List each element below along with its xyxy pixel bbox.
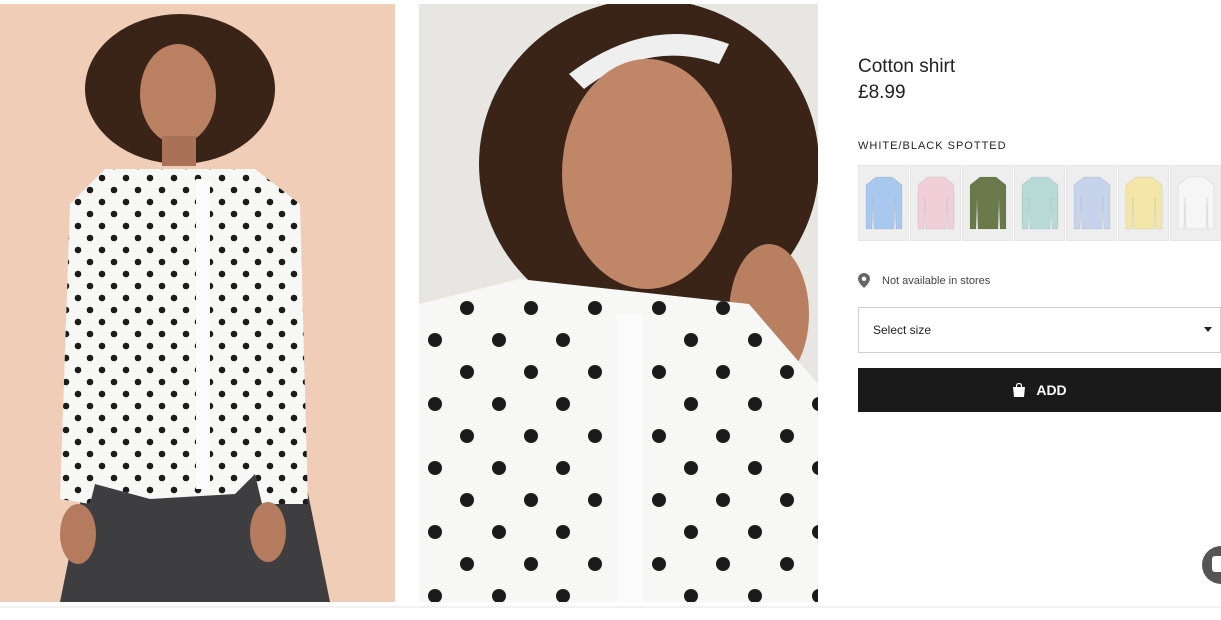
color-swatch-light-yellow[interactable]: [1118, 165, 1169, 241]
product-photo-closeup[interactable]: [419, 4, 818, 602]
shirt-thumbnail-icon: [1125, 176, 1162, 230]
caret-down-icon: [1204, 327, 1212, 332]
selected-color-label: WHITE/BLACK SPOTTED: [858, 140, 1007, 152]
add-to-bag-label: ADD: [1036, 382, 1067, 398]
color-swatch-white[interactable]: [1170, 165, 1221, 241]
shirt-thumbnail-icon: [1177, 176, 1214, 230]
product-info-panel: Cotton shirt £8.99 WHITE/BLACK SPOTTED N…: [858, 0, 1221, 620]
shirt-thumbnail-icon: [969, 176, 1006, 230]
shirt-thumbnail-icon: [1021, 176, 1058, 230]
add-to-bag-button[interactable]: ADD: [858, 368, 1221, 412]
store-availability-text: Not available in stores: [882, 274, 991, 287]
product-title: Cotton shirt: [858, 56, 956, 77]
shirt-thumbnail-icon: [1073, 176, 1110, 230]
color-swatch-khaki-green[interactable]: [962, 165, 1013, 241]
shirt-thumbnail-icon: [865, 176, 902, 230]
color-swatch-blue-striped[interactable]: [1066, 165, 1117, 241]
size-select[interactable]: Select size: [858, 307, 1221, 353]
color-swatches: [858, 165, 1221, 241]
shopping-bag-icon: [1013, 383, 1026, 397]
color-swatch-pink-striped[interactable]: [910, 165, 961, 241]
color-swatch-light-blue[interactable]: [858, 165, 909, 241]
divider: [0, 606, 1221, 608]
product-photo-full[interactable]: [0, 4, 395, 602]
product-price: £8.99: [858, 82, 906, 103]
location-pin-icon: [858, 273, 870, 288]
product-photo-closeup-image: [419, 4, 818, 602]
color-swatch-mint[interactable]: [1014, 165, 1065, 241]
shirt-thumbnail-icon: [917, 176, 954, 230]
size-select-value: Select size: [873, 323, 932, 337]
store-availability: Not available in stores: [858, 273, 990, 288]
product-photo-full-image: [0, 4, 395, 602]
